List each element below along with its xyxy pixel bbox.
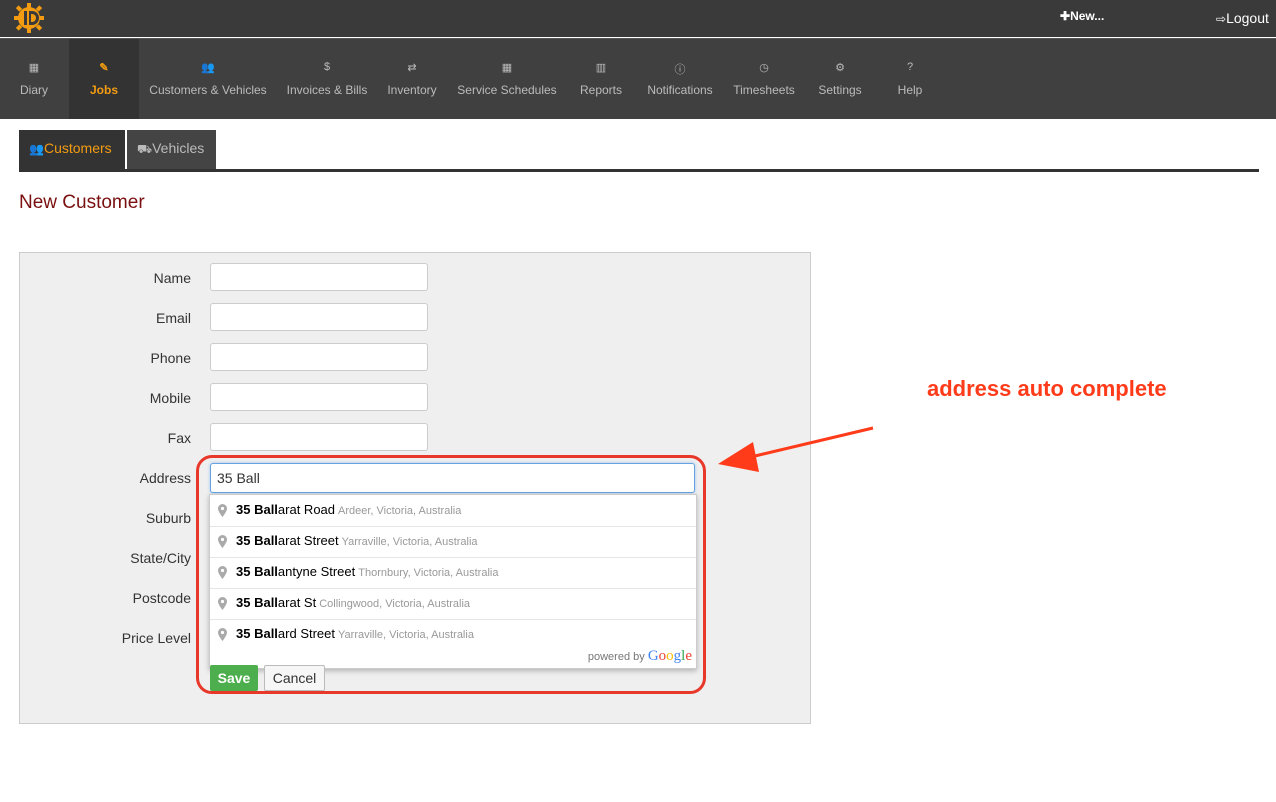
logout-label: Logout <box>1226 10 1269 26</box>
calendar-icon: ▦ <box>28 62 40 74</box>
mobile-field[interactable] <box>210 383 428 411</box>
mobile-label: Mobile <box>149 390 191 406</box>
wrench-icon: ✎ <box>99 62 109 74</box>
nav-item-inventory[interactable]: ⇄ Inventory <box>381 39 443 119</box>
tab-vehicles[interactable]: ⛟Vehicles <box>127 130 216 169</box>
postcode-label: Postcode <box>132 590 191 606</box>
nav-item-diary[interactable]: ▦ Diary <box>0 39 68 119</box>
dollar-icon: $ <box>323 61 331 73</box>
users-icon: 👥 <box>201 62 215 74</box>
fax-label: Fax <box>167 430 191 446</box>
nav-item-timesheets[interactable]: ◷ Timesheets <box>728 39 800 119</box>
question-icon: ? <box>906 61 914 73</box>
nav-item-jobs[interactable]: ✎ Jobs <box>69 39 139 119</box>
fax-field[interactable] <box>210 423 428 451</box>
nav-item-customers-vehicles[interactable]: 👥 Customers & Vehicles <box>143 39 273 119</box>
clock-icon: ◷ <box>759 62 769 74</box>
info-icon: ⓘ <box>674 64 686 76</box>
nav-item-notifications[interactable]: ⓘ Notifications <box>640 39 720 119</box>
main-nav: ▦ Diary ✎ Jobs 👥 Customers & Vehicles $ … <box>0 38 1276 119</box>
nav-item-settings[interactable]: ⚙ Settings <box>811 39 869 119</box>
email-label: Email <box>155 310 191 326</box>
nav-item-label: Customers & Vehicles <box>149 83 267 97</box>
nav-item-help[interactable]: ? Help <box>884 39 936 119</box>
nav-item-label: Help <box>897 83 923 97</box>
nav-item-service-schedules[interactable]: ▦ Service Schedules <box>451 39 563 119</box>
nav-item-label: Invoices & Bills <box>286 83 368 97</box>
app-logo[interactable] <box>14 3 44 33</box>
price-level-label: Price Level <box>121 630 191 646</box>
users-icon: 👥 <box>29 142 44 156</box>
suburb-label: Suburb <box>145 510 191 526</box>
new-label: New... <box>1070 9 1105 23</box>
nav-item-label: Notifications <box>647 83 713 97</box>
phone-label: Phone <box>150 350 191 366</box>
address-label: Address <box>139 470 191 486</box>
retweet-icon: ⇄ <box>407 62 417 74</box>
nav-item-label: Inventory <box>387 83 437 97</box>
name-label: Name <box>153 270 191 286</box>
nav-item-label: Service Schedules <box>457 83 557 97</box>
state-city-label: State/City <box>130 550 191 566</box>
tab-label: Customers <box>43 140 112 156</box>
logout-icon: ⇨ <box>1216 12 1227 26</box>
nav-item-invoices-bills[interactable]: $ Invoices & Bills <box>280 39 374 119</box>
calendar-icon: ▦ <box>501 62 513 74</box>
nav-item-label: Timesheets <box>733 83 795 97</box>
name-field[interactable] <box>210 263 428 291</box>
nav-item-label: Diary <box>19 83 48 97</box>
email-field[interactable] <box>210 303 428 331</box>
nav-item-label: Jobs <box>89 83 118 97</box>
nav-item-reports[interactable]: ▥ Reports <box>572 39 630 119</box>
annotation-highlight-box <box>196 455 706 694</box>
bar-chart-icon: ▥ <box>595 62 607 74</box>
nav-item-label: Reports <box>579 83 623 97</box>
new-menu-button[interactable]: ✚New... <box>1060 9 1104 23</box>
nav-item-label: Settings <box>818 83 862 97</box>
truck-icon: ⛟ <box>137 142 153 156</box>
plus-icon: ✚ <box>1060 9 1071 23</box>
annotation-label: address auto complete <box>927 376 1167 401</box>
page-title: New Customer <box>19 192 145 213</box>
annotation-arrow-icon <box>718 426 874 472</box>
logout-button[interactable]: ⇨Logout <box>1216 10 1269 26</box>
top-bar: ✚New... ⇨Logout <box>0 0 1276 37</box>
phone-field[interactable] <box>210 343 428 371</box>
gears-icon: ⚙ <box>835 62 845 74</box>
tab-label: Vehicles <box>152 140 205 156</box>
tab-divider <box>19 169 1259 172</box>
tab-customers[interactable]: 👥Customers <box>19 130 125 169</box>
